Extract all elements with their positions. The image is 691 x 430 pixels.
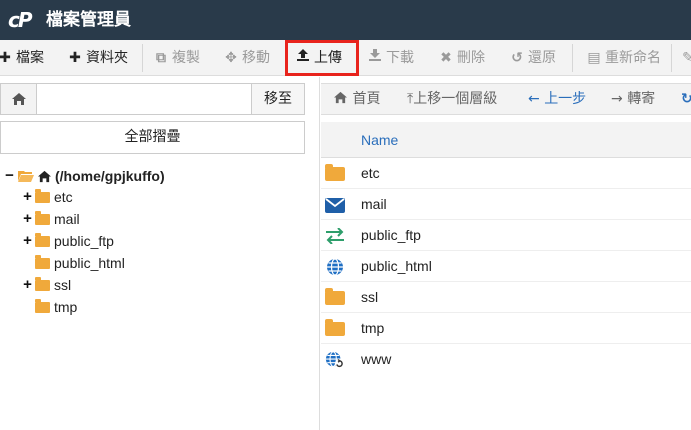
refresh-icon: ↻ [681,91,691,107]
table-header: Name [321,122,691,158]
restore-button[interactable]: ↺ 還原 [510,40,556,76]
file-row-mail[interactable]: mail [321,189,691,220]
upload-highlight-box [285,40,359,76]
folder-icon [325,164,345,183]
folder-icon [35,188,50,203]
cpanel-logo: cP [8,8,33,32]
home-icon [334,91,347,104]
file-row-etc[interactable]: etc [321,158,691,189]
rename-button[interactable]: ▤ 重新命名 [587,40,661,76]
plus-icon: ✚ [0,50,11,66]
up-level-button[interactable]: ⤒上移一個層級 [407,84,497,114]
edit-button-partial[interactable]: ✎ [681,40,691,76]
collapse-all-button[interactable]: 全部摺疊 [0,121,305,154]
tree-item-ssl[interactable]: + ssl [22,274,71,296]
copy-button[interactable]: ⧉ 複製 [154,40,200,76]
new-file-button[interactable]: ✚ 檔案 [0,40,44,76]
file-row-tmp[interactable]: tmp [321,313,691,344]
home-icon [11,93,26,105]
app-header: cP 檔案管理員 [0,0,691,40]
navigation-bar: 首頁 ⤒上移一個層級 ← 上一步 → 轉寄 ↻ [321,83,691,115]
tree-item-tmp[interactable]: tmp [35,296,77,318]
reload-button[interactable]: ↻ [681,84,691,114]
path-bar: 移至 [0,83,305,115]
folder-open-icon [18,171,34,182]
tree-root[interactable]: − (/home/gpjkuffo) [4,165,165,187]
download-icon [368,40,382,76]
expand-icon[interactable]: + [22,274,33,296]
new-folder-button[interactable]: ✚ 資料夾 [68,40,128,76]
transfer-arrows-icon [325,227,345,245]
home-nav-button[interactable]: 首頁 [333,84,380,114]
close-icon: ✖ [440,50,452,66]
file-row-www[interactable]: www [321,344,691,375]
directory-tree-panel: 移至 全部摺疊 − (/home/gpjkuffo) + etc + mail … [0,77,320,430]
home-button[interactable] [1,84,37,114]
collapse-icon[interactable]: − [4,165,15,187]
app-title: 檔案管理員 [46,10,131,30]
toolbar-divider [572,44,573,72]
folder-icon [35,232,50,247]
mail-icon [325,196,345,214]
expand-icon[interactable]: + [22,230,33,252]
folder-icon [35,254,50,269]
go-button[interactable]: 移至 [251,84,304,114]
home-icon [38,170,51,182]
file-row-public-html[interactable]: public_html [321,251,691,282]
undo-icon: ↺ [511,50,523,66]
folder-icon [325,288,345,307]
delete-button[interactable]: ✖ 刪除 [439,40,485,76]
folder-icon [35,210,50,225]
toolbar-divider [671,44,672,72]
folder-icon [325,319,345,338]
arrow-left-icon: ← [528,91,540,107]
move-icon: ✥ [225,50,237,66]
folder-icon [35,298,50,313]
tree-root-label: (/home/gpjkuffo) [55,168,165,184]
expand-icon[interactable]: + [22,208,33,230]
file-icon: ▤ [587,50,601,66]
path-input[interactable] [38,84,251,114]
pencil-icon: ✎ [682,50,691,66]
toolbar-divider [142,44,143,72]
file-row-ssl[interactable]: ssl [321,282,691,313]
tree-item-public-html[interactable]: public_html [35,252,125,274]
file-list-panel: 首頁 ⤒上移一個層級 ← 上一步 → 轉寄 ↻ Name etc mail pu… [321,77,691,430]
file-row-public-ftp[interactable]: public_ftp [321,220,691,251]
tree-item-public-ftp[interactable]: + public_ftp [22,230,114,252]
folder-icon [35,276,50,291]
arrow-right-icon: → [611,91,623,107]
tree-item-etc[interactable]: + etc [22,186,73,208]
tree-item-mail[interactable]: + mail [22,208,80,230]
expand-icon[interactable]: + [22,186,33,208]
globe-link-icon [325,351,345,369]
globe-icon [325,258,345,276]
back-button[interactable]: ← 上一步 [528,84,586,114]
plus-icon: ✚ [69,50,81,66]
move-button[interactable]: ✥ 移動 [224,40,270,76]
copy-icon: ⧉ [156,50,166,66]
forward-button[interactable]: → 轉寄 [611,84,655,114]
name-column-header[interactable]: Name [361,122,398,158]
download-button[interactable]: 下載 [368,40,414,76]
